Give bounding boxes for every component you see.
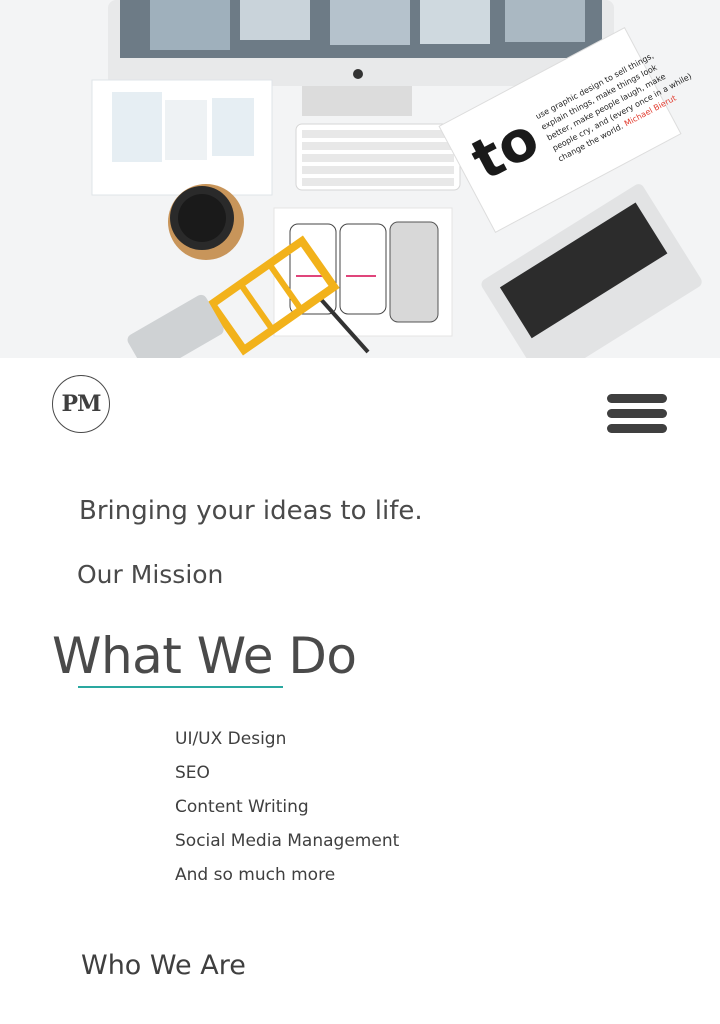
service-item-more: And so much more	[175, 865, 336, 885]
who-we-are-link[interactable]: Who We Are	[81, 950, 246, 981]
brand-logo[interactable]: PM	[52, 375, 110, 433]
desk-photo-illustration: to use graphic design to sell things, ex…	[0, 0, 720, 358]
hamburger-menu-icon[interactable]	[607, 394, 667, 434]
menu-bar	[607, 424, 667, 433]
section-title: What We Do	[52, 627, 357, 685]
service-item-uiux: UI/UX Design	[175, 729, 287, 749]
services-list: UI/UX Design SEO Content Writing Social …	[175, 727, 399, 897]
our-mission-link[interactable]: Our Mission	[77, 560, 223, 589]
title-underline	[78, 686, 283, 688]
menu-bar	[607, 394, 667, 403]
service-item-seo: SEO	[175, 763, 210, 783]
menu-bar	[607, 409, 667, 418]
tagline: Bringing your ideas to life.	[79, 496, 423, 526]
hero-image: to use graphic design to sell things, ex…	[0, 0, 720, 358]
service-item-content-writing: Content Writing	[175, 797, 309, 817]
service-item-social-media: Social Media Management	[175, 831, 400, 851]
brand-logo-text: PM	[61, 391, 102, 417]
